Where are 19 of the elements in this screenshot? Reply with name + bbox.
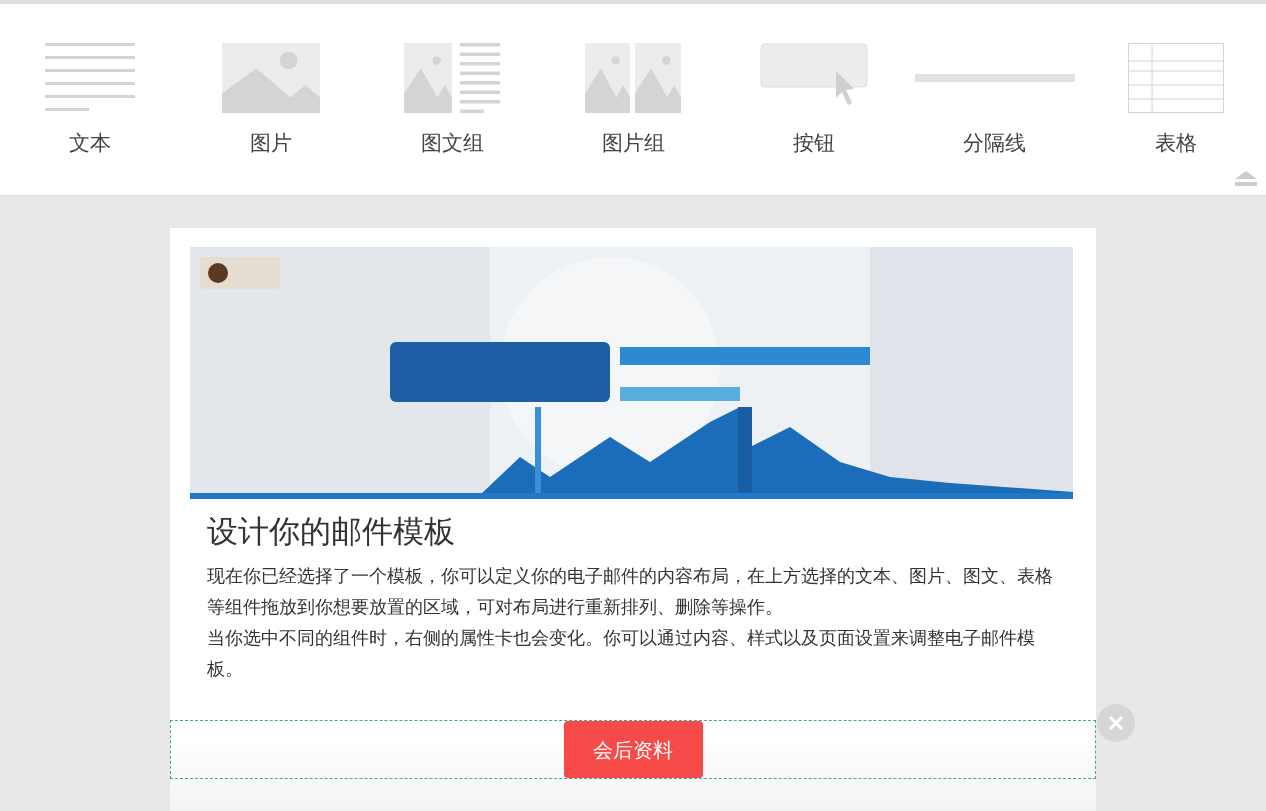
body-paragraph: 当你选中不同的组件时，右侧的属性卡也会变化。你可以通过内容、样式以及页面设置来调整电子邮件模板。	[207, 626, 1036, 682]
tool-label[interactable]: 按钮	[723, 128, 905, 160]
action-button[interactable]: 会后资料	[563, 721, 703, 779]
body-paragraph: 现在你已经选择了一个模板，你可以定义你的电子邮件的内容布局，在上方选择的文本、图片、图文、表格等组件拖放到你想要放置的区域，可对布局进行重新排列、删除等操作。	[207, 564, 1054, 620]
text-lines-icon[interactable]	[45, 43, 136, 113]
tool-label[interactable]: 图片组	[542, 128, 724, 160]
collapse-icon[interactable]	[1234, 171, 1258, 187]
tool-label[interactable]: 表格	[1085, 128, 1266, 160]
close-icon	[1108, 715, 1124, 732]
tool-label[interactable]: 图文组	[361, 128, 543, 160]
tool-label[interactable]: 文本	[0, 128, 181, 160]
image-text-icon[interactable]	[404, 43, 501, 113]
tool-label[interactable]: 分隔线	[904, 128, 1086, 160]
email-title: 设计你的邮件模板	[207, 513, 456, 551]
tool-label[interactable]: 图片	[180, 128, 362, 160]
image-icon[interactable]	[222, 43, 321, 113]
close-button[interactable]	[1097, 704, 1135, 743]
table-icon[interactable]	[1127, 43, 1224, 113]
image-group-icon[interactable]	[585, 43, 681, 113]
